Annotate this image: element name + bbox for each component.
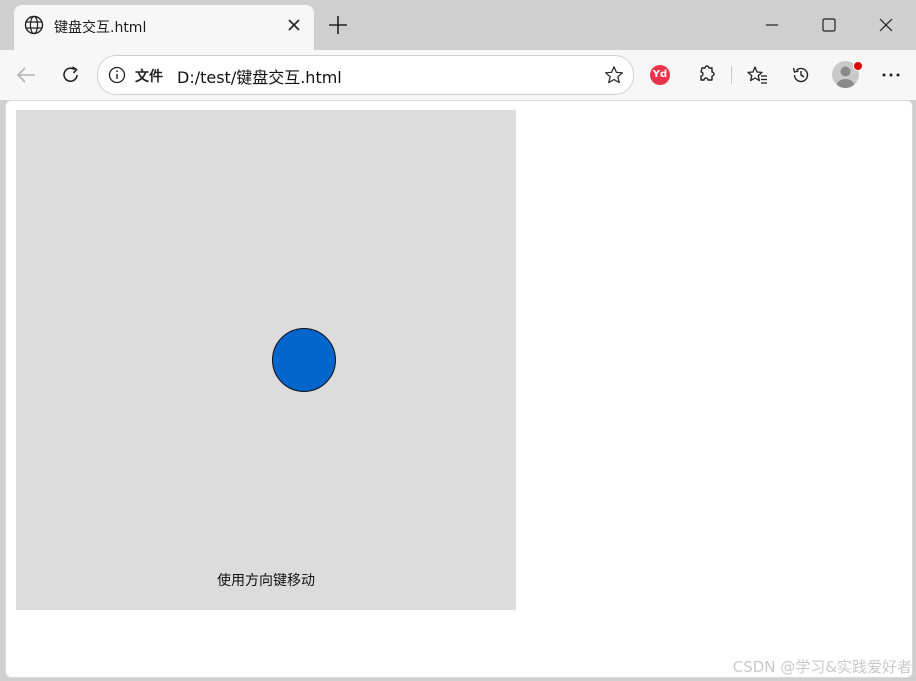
address-bar[interactable]: 文件 D:/test/键盘交互.html [97, 55, 634, 95]
extensions-icon[interactable] [694, 64, 716, 86]
game-area[interactable]: 使用方向键移动 [16, 110, 516, 610]
address-scheme-label: 文件 [135, 69, 163, 85]
window-close-icon[interactable] [877, 16, 895, 34]
address-url[interactable]: D:/test/键盘交互.html [177, 64, 342, 88]
refresh-icon[interactable] [60, 64, 82, 86]
tab-active[interactable]: 键盘交互.html [14, 5, 314, 50]
close-tab-icon[interactable] [284, 15, 304, 35]
more-options-icon[interactable] [880, 64, 902, 86]
new-tab-icon[interactable] [328, 15, 348, 35]
watermark: CSDN @学习&实践爱好者 [732, 658, 912, 676]
instruction-text: 使用方向键移动 [217, 573, 315, 589]
back-icon[interactable] [15, 64, 37, 86]
favorite-star-icon[interactable] [604, 65, 624, 85]
tab-title: 键盘交互.html [54, 20, 147, 36]
toolbar-divider [731, 66, 732, 84]
youdao-extension-icon[interactable]: Yd [650, 65, 670, 85]
tab-strip: 键盘交互.html [0, 0, 916, 50]
minimize-icon[interactable] [763, 16, 781, 34]
notification-dot [853, 61, 863, 71]
browser-toolbar: 文件 D:/test/键盘交互.html [0, 50, 916, 100]
history-icon[interactable] [790, 64, 812, 86]
maximize-icon[interactable] [820, 16, 838, 34]
movable-ball [272, 328, 336, 392]
globe-icon [24, 15, 44, 35]
favorites-icon[interactable] [746, 64, 768, 86]
info-icon[interactable] [108, 66, 126, 84]
